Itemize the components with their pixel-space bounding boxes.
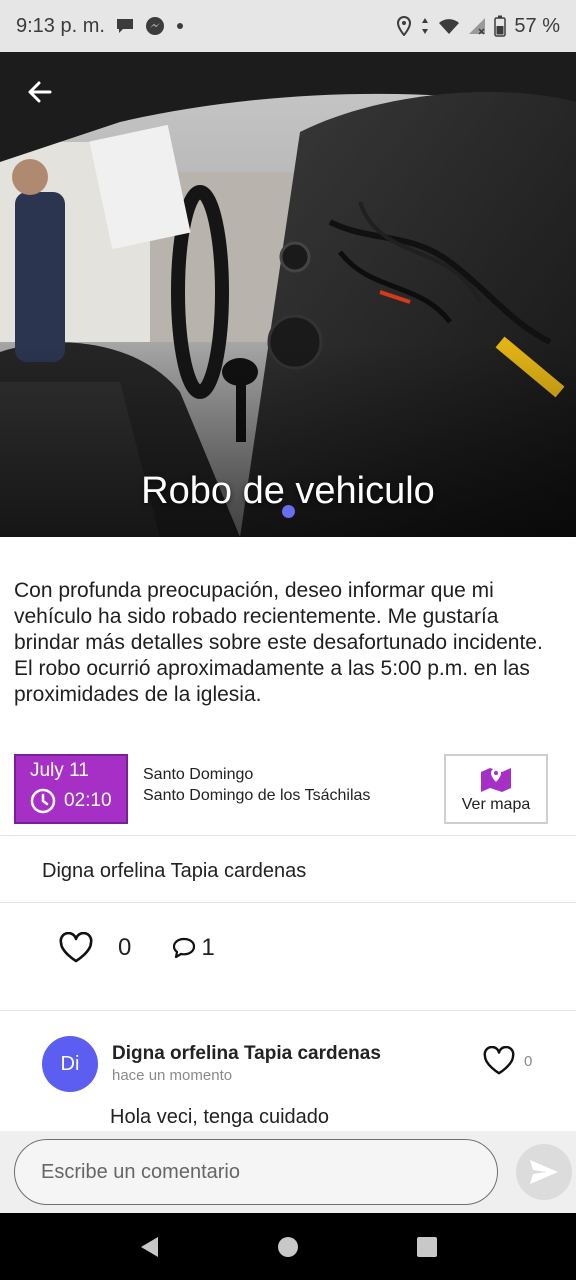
comment-count: 1 [201, 934, 215, 961]
wifi-icon [438, 17, 460, 35]
circle-home-icon [277, 1236, 298, 1257]
nav-recents-button[interactable] [407, 1227, 447, 1267]
comment-input[interactable] [14, 1139, 498, 1205]
comment-text: Hola veci, tenga cuidado [110, 1106, 330, 1128]
post-time: 02:10 [64, 790, 112, 811]
post-time-row: 02:10 [30, 788, 126, 814]
post-date: July 11 [30, 760, 89, 781]
status-bar: 9:13 p. m. 57 % [0, 0, 576, 52]
heart-icon [59, 932, 93, 963]
post-location: Santo Domingo Santo Domingo de los Tsách… [143, 764, 370, 806]
comment-input-bar [0, 1131, 576, 1213]
like-count: 0 [118, 934, 132, 961]
square-recents-icon [416, 1236, 437, 1257]
arrow-left-icon [28, 81, 52, 103]
post-author: Digna orfelina Tapia cardenas [42, 860, 307, 882]
comment-like-button[interactable]: 0 [482, 1046, 532, 1076]
map-marker-icon [481, 768, 511, 792]
divider [0, 1010, 576, 1011]
nav-home-button[interactable] [268, 1227, 308, 1267]
status-time: 9:13 p. m. [16, 14, 105, 37]
comment-timestamp: hace un momento [112, 1067, 233, 1084]
signal-icon [468, 17, 486, 35]
divider [0, 835, 576, 836]
car-interior-photo [0, 52, 576, 537]
divider [0, 902, 576, 903]
back-button[interactable] [22, 74, 58, 110]
comment-author: Digna orfelina Tapia cardenas [112, 1043, 381, 1064]
view-map-button[interactable]: Ver mapa [444, 754, 548, 824]
comment-count-button[interactable]: 1 [171, 934, 215, 962]
like-button[interactable] [58, 932, 94, 964]
avatar[interactable]: Di [42, 1036, 98, 1092]
system-nav-bar [0, 1213, 576, 1280]
image-page-indicator [282, 505, 295, 518]
location-icon [396, 16, 412, 36]
battery-percent: 57 % [514, 14, 560, 37]
battery-icon [494, 15, 507, 37]
heart-icon [483, 1046, 515, 1075]
location-city: Santo Domingo [143, 766, 254, 783]
nav-back-button[interactable] [129, 1227, 169, 1267]
view-map-label: Ver mapa [461, 796, 531, 813]
messenger-icon [145, 16, 165, 36]
chat-notification-icon [115, 17, 135, 35]
data-transfer-icon [420, 16, 430, 36]
triangle-back-icon [141, 1236, 159, 1257]
hero-image: Robo de vehiculo [0, 52, 576, 537]
send-button[interactable] [516, 1144, 572, 1200]
post-description: Con profunda preocupación, deseo informa… [14, 579, 543, 706]
location-province: Santo Domingo de los Tsáchilas [143, 787, 371, 804]
send-icon [530, 1160, 558, 1184]
date-badge: July 11 02:10 [14, 754, 128, 824]
comment-bubble-icon [173, 937, 196, 959]
clock-icon [30, 788, 56, 814]
more-notifications-icon [175, 21, 185, 31]
post-stats: 0 1 [58, 932, 215, 964]
comment-like-count: 0 [524, 1052, 533, 1070]
